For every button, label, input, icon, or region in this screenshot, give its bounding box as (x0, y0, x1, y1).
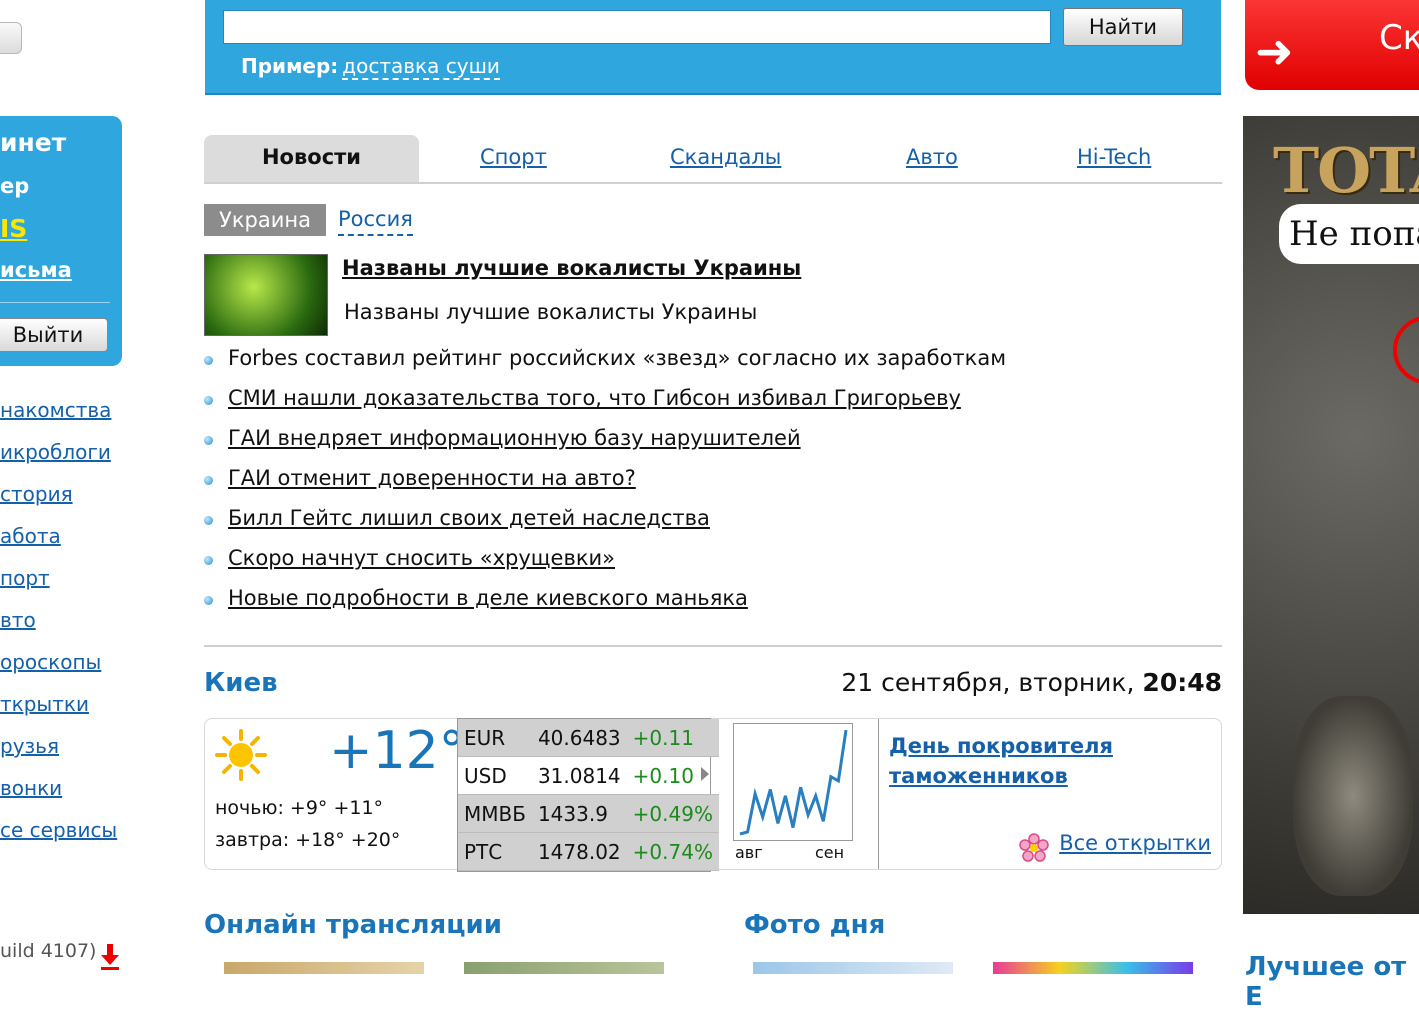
search-button[interactable]: Найти (1063, 8, 1183, 46)
top-left-button[interactable] (0, 22, 22, 54)
ad-speech-bubble: Не попа (1279, 204, 1419, 264)
service-item[interactable]: икроблоги (0, 440, 117, 482)
all-cards-link[interactable]: Все открытки (1059, 831, 1211, 855)
broadcast-thumbnail[interactable] (464, 962, 664, 974)
broadcast-thumbnail[interactable] (224, 962, 424, 974)
account-highlight-link[interactable]: IS (0, 214, 27, 243)
service-item[interactable]: стория (0, 482, 117, 524)
news-item[interactable]: ГАИ внедряет информационную базу нарушит… (204, 426, 1006, 466)
news-item[interactable]: Скоро начнут сносить «хрущевки» (204, 546, 1006, 586)
region-russia[interactable]: Россия (338, 204, 413, 236)
search-example-link[interactable]: доставка суши (342, 54, 500, 80)
service-item[interactable]: вто (0, 608, 117, 650)
service-item[interactable]: порт (0, 566, 117, 608)
bullet-icon (204, 556, 213, 565)
chart-x-label: сен (815, 843, 845, 862)
build-text: uild 4107) (0, 940, 97, 962)
game-ad-banner[interactable]: TOTAL Не попа (1243, 116, 1419, 914)
ad-soldier-image (1293, 696, 1413, 896)
flower-icon (1019, 833, 1049, 862)
bullet-icon (204, 436, 213, 445)
rates-box: EUR 40.6483 +0.11 USD 31.0814 +0.10 ММВБ 1433… (457, 718, 719, 872)
time-text: 20:48 (1142, 668, 1222, 697)
story-title-link[interactable]: Названы лучшие вокалисты Украины (342, 256, 801, 280)
tab-scandals[interactable]: Скандалы (670, 135, 781, 182)
news-item[interactable]: СМИ нашли доказательства того, что Гибсо… (204, 386, 1006, 426)
service-item[interactable]: вонки (0, 776, 117, 818)
service-item[interactable]: се сервисы (0, 818, 117, 860)
news-list: Forbes составил рейтинг российских «звез… (204, 346, 1006, 626)
night-temperature: ночью: +9° +11° (215, 797, 384, 819)
photo-of-day-title[interactable]: Фото дня (744, 910, 885, 940)
service-item[interactable]: ороскопы (0, 650, 117, 692)
service-item[interactable]: абота (0, 524, 117, 566)
service-item[interactable]: накомства (0, 398, 117, 440)
bullet-icon (204, 516, 213, 525)
rates-table: EUR 40.6483 +0.11 USD 31.0814 +0.10 ММВБ 1433… (458, 719, 719, 871)
photo-thumbnail[interactable] (993, 962, 1193, 974)
bullet-icon (204, 596, 213, 605)
story-lead: Названы лучшие вокалисты Украины (344, 300, 758, 324)
rate-row[interactable]: EUR 40.6483 +0.11 (458, 719, 719, 757)
news-tabs: Новости Спорт Скандалы Авто Hi-Tech (204, 135, 1222, 184)
rate-row[interactable]: РТС 1478.02 +0.74% (458, 832, 719, 871)
panel-divider (878, 719, 879, 869)
service-item[interactable]: рузья (0, 734, 117, 776)
account-line[interactable]: ер (0, 174, 29, 198)
date-time: 21 сентября, вторник, 20:48 (841, 668, 1222, 697)
bullet-icon (204, 356, 213, 365)
crosshair-icon (1393, 316, 1419, 384)
services-list: накомства икроблоги стория абота порт вт… (0, 398, 117, 860)
current-temperature[interactable]: +12° (329, 721, 465, 781)
rate-row[interactable]: ММВБ 1433.9 +0.49% (458, 794, 719, 833)
search-example-label: Пример (241, 54, 331, 78)
chart-x-label: авг (735, 843, 763, 862)
region-ukraine[interactable]: Украина (204, 204, 326, 236)
account-divider (0, 302, 110, 303)
sun-icon (215, 729, 267, 781)
red-banner-text: Ск (1379, 18, 1419, 58)
date-text: 21 сентября, вторник, (841, 668, 1135, 697)
tomorrow-temperature: завтра: +18° +20° (215, 829, 401, 851)
photo-thumbnail[interactable] (753, 962, 953, 974)
red-banner[interactable]: ➜ Ск (1245, 0, 1419, 90)
news-item[interactable]: Forbes составил рейтинг российских «звез… (204, 346, 1006, 386)
online-broadcasts-title[interactable]: Онлайн трансляции (204, 910, 502, 940)
bullet-icon (204, 476, 213, 485)
tab-hitech[interactable]: Hi-Tech (1077, 135, 1151, 182)
news-item[interactable]: ГАИ отменит доверенности на авто? (204, 466, 1006, 506)
bullet-icon (204, 396, 213, 405)
info-panel: +12° ночью: +9° +11° завтра: +18° +20° E… (204, 718, 1222, 872)
account-box: инет ер IS исьма Выйти (0, 116, 122, 366)
news-item[interactable]: Новые подробности в деле киевского манья… (204, 586, 1006, 626)
search-panel: Найти Пример: доставка суши (205, 0, 1221, 95)
story-thumbnail[interactable] (204, 254, 328, 336)
holiday-line[interactable]: таможенников (889, 761, 1129, 791)
account-title: инет (0, 128, 67, 157)
search-input[interactable] (223, 10, 1051, 44)
news-item[interactable]: Билл Гейтс лишил своих детей наследства (204, 506, 1006, 546)
logout-button[interactable]: Выйти (0, 318, 108, 352)
search-example-colon: : (330, 54, 339, 78)
rate-row[interactable]: USD 31.0814 +0.10 (458, 756, 719, 795)
section-divider (204, 645, 1222, 647)
service-item[interactable]: ткрытки (0, 692, 117, 734)
rate-chart[interactable] (733, 723, 853, 841)
arrow-right-icon: ➜ (1255, 24, 1294, 78)
tab-news[interactable]: Новости (204, 135, 419, 182)
ad-title: TOTAL (1273, 134, 1419, 207)
holiday-link[interactable]: День покровителя таможенников (889, 731, 1129, 791)
city-name[interactable]: Киев (204, 668, 278, 698)
down-arrow-icon[interactable] (100, 944, 120, 970)
chart-series-line (739, 729, 848, 836)
tab-sport[interactable]: Спорт (480, 135, 547, 182)
search-example: Пример: доставка суши (241, 54, 500, 80)
tab-auto[interactable]: Авто (906, 135, 958, 182)
best-of-title[interactable]: Лучшее от Е (1245, 952, 1419, 1012)
holiday-line[interactable]: День покровителя (889, 731, 1129, 761)
arrow-right-icon[interactable] (701, 767, 709, 781)
account-mail-link[interactable]: исьма (0, 258, 72, 282)
